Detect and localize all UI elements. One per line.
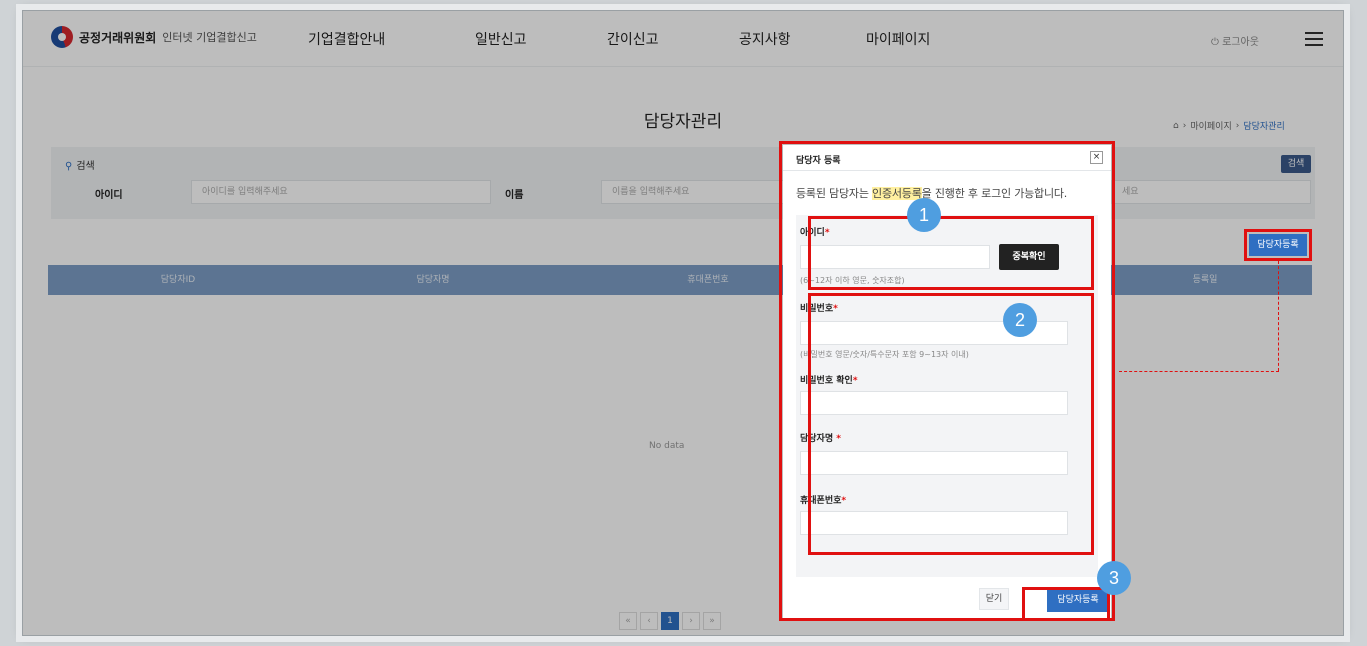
id-section-highlight [808, 216, 1094, 290]
info-section-highlight [808, 293, 1094, 555]
modal-backdrop [23, 11, 1343, 635]
step-badge-1: 1 [907, 198, 941, 232]
modal-notice: 등록된 담당자는 인증서등록을 진행한 후 로그인 가능합니다. [796, 185, 1067, 201]
connector-line [1119, 371, 1279, 372]
connector-line [1278, 261, 1279, 371]
close-icon[interactable]: × [1090, 151, 1103, 164]
step-badge-2: 2 [1003, 303, 1037, 337]
step-badge-3: 3 [1097, 561, 1131, 595]
modal-header: 담당자 등록 × [783, 145, 1111, 171]
register-button-highlight [1244, 229, 1312, 261]
submit-button-highlight [1022, 587, 1110, 621]
notice-text: 등록된 담당자는 [796, 187, 873, 200]
notice-text: 을 진행한 후 로그인 가능합니다. [921, 187, 1068, 200]
browser-frame: 공정거래위원회 인터넷 기업결합신고 기업결합안내 일반신고 간이신고 공지사항… [22, 10, 1344, 636]
notice-highlight: 인증서등록 [872, 187, 922, 200]
modal-title: 담당자 등록 [796, 156, 841, 166]
modal-close-button[interactable]: 닫기 [979, 588, 1009, 610]
